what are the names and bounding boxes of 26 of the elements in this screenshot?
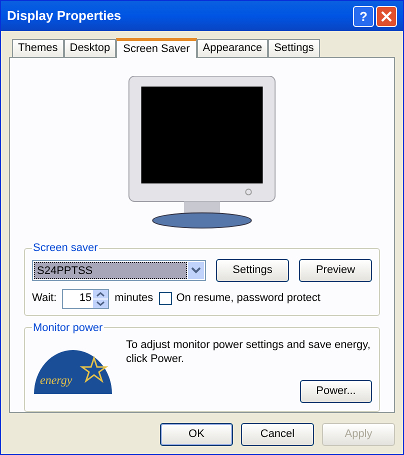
monitor-power-text: To adjust monitor power settings and save energy, click Power. — [126, 338, 372, 366]
tab[interactable]: Settings — [268, 39, 320, 57]
window-title: Display Properties — [7, 7, 122, 26]
dialog-button[interactable]: OK — [160, 423, 233, 446]
group-label: Monitor power — [32, 320, 104, 336]
tab[interactable]: Appearance — [196, 39, 268, 57]
tab[interactable]: Screen Saver — [116, 38, 197, 58]
minutes-label: minutes — [114, 291, 154, 306]
dialog-button[interactable]: Cancel — [241, 423, 314, 446]
wait-label: Wait: — [32, 291, 57, 306]
wait-value: 15 — [78, 291, 93, 306]
close-icon — [381, 10, 392, 22]
dropdown-value: S24PPTSS — [34, 262, 187, 278]
group-label: Screen saver — [32, 241, 99, 256]
password-checkbox[interactable] — [159, 292, 172, 305]
close-button[interactable] — [376, 6, 397, 26]
settings-button[interactable]: Settings — [216, 258, 289, 282]
screen-saver-dropdown[interactable]: S24PPTSS — [32, 260, 206, 280]
power-button[interactable]: Power... — [300, 380, 372, 403]
preview-button[interactable]: Preview — [299, 258, 372, 282]
tab[interactable]: Themes — [12, 39, 64, 57]
wait-spinner[interactable]: 15 — [62, 288, 109, 308]
tab[interactable]: Desktop — [64, 39, 116, 57]
spin-arrows-icon — [92, 290, 108, 308]
password-label: On resume, password protect — [176, 291, 320, 306]
help-button[interactable]: ? — [353, 6, 374, 26]
